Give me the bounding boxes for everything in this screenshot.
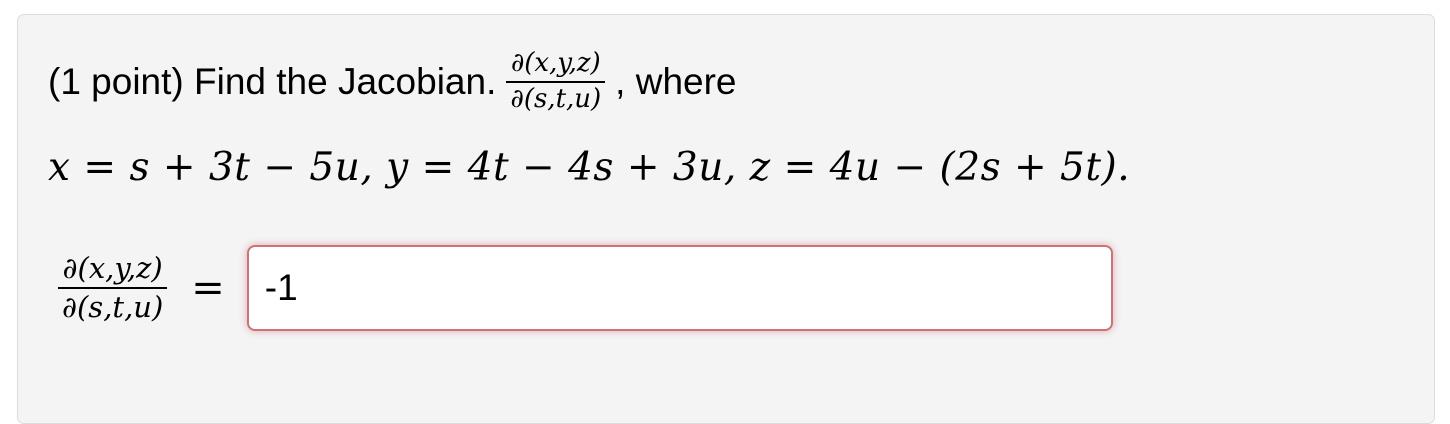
equations-line: x = s + 3t − 5u, y = 4t − 4s + 3u, z = 4… [48, 145, 1130, 190]
problem-statement-line: (1 point) Find the Jacobian. ∂(x,y,z) ∂(… [48, 48, 737, 115]
problem-card: (1 point) Find the Jacobian. ∂(x,y,z) ∂(… [17, 14, 1435, 424]
equals-sign: = [191, 265, 225, 311]
answer-denominator: ∂(s,t,u) [62, 290, 164, 324]
answer-row: ∂(x,y,z) ∂(s,t,u) = [48, 245, 1113, 331]
equations: x = s + 3t − 5u, y = 4t − 4s + 3u, z = 4… [48, 145, 1131, 190]
fraction-bar [506, 80, 606, 83]
jacobian-fraction: ∂(x,y,z) ∂(s,t,u) [506, 48, 606, 115]
jacobian-denominator: ∂(s,t,u) [510, 83, 602, 114]
answer-numerator: ∂(x,y,z) [62, 250, 163, 285]
problem-suffix: , where [615, 60, 737, 102]
answer-input[interactable] [246, 245, 1113, 331]
answer-jacobian-fraction: ∂(x,y,z) ∂(s,t,u) [58, 250, 168, 325]
problem-prefix: (1 point) Find the Jacobian. [48, 60, 497, 102]
jacobian-numerator: ∂(x,y,z) [510, 48, 601, 78]
fraction-bar [58, 287, 168, 289]
